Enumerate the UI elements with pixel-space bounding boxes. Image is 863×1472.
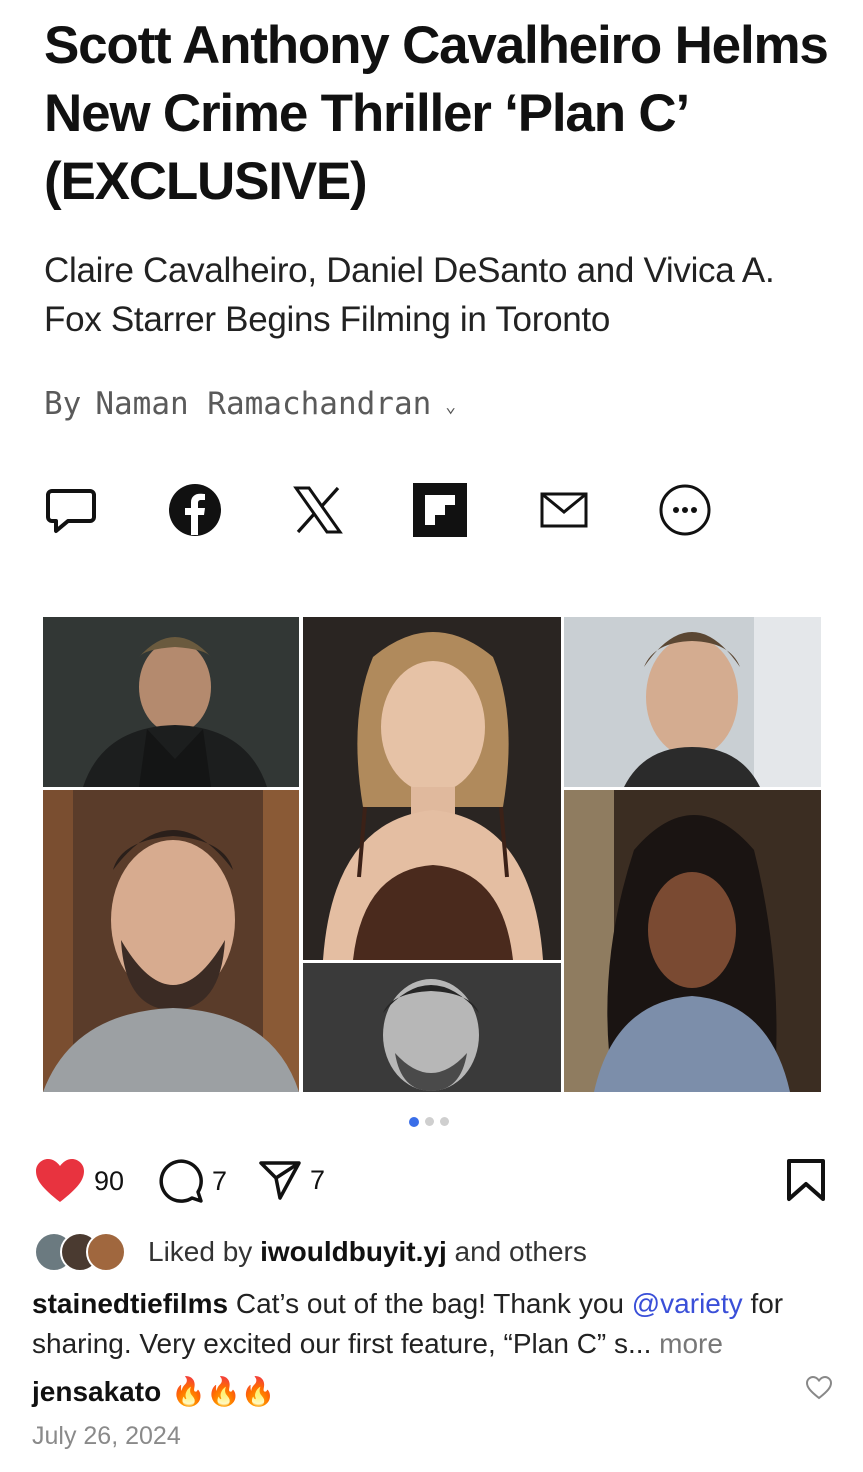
post-action-bar: 90 7 7 (34, 1158, 834, 1208)
photo-man-dark-jacket (43, 617, 299, 787)
photo-man-bw (303, 963, 561, 1092)
avatar[interactable] (86, 1232, 126, 1272)
caption-author[interactable]: stainedtiefilms (32, 1288, 228, 1319)
heart-outline-icon[interactable] (806, 1376, 832, 1400)
share-count: 7 (310, 1164, 326, 1195)
comment-user[interactable]: jensakato (32, 1372, 161, 1412)
author-name[interactable]: Naman Ramachandran (95, 386, 431, 422)
like-button[interactable]: 90 (34, 1158, 124, 1204)
byline[interactable]: By Naman Ramachandran ⌄ (44, 386, 456, 422)
photo-man-light-bg (564, 617, 821, 787)
carousel-dot (425, 1117, 434, 1126)
carousel-dot-active (409, 1116, 419, 1127)
caption-text: Cat’s out of the bag! Thank you (235, 1288, 624, 1319)
bookmark-icon[interactable] (786, 1158, 826, 1202)
heart-filled-icon[interactable] (34, 1158, 86, 1204)
caption-more-link[interactable]: more (659, 1328, 723, 1359)
comment-count: 7 (212, 1165, 228, 1196)
comment-button[interactable]: 7 (158, 1158, 227, 1204)
like-count: 90 (94, 1165, 125, 1196)
share-toolbar (42, 478, 722, 542)
more-icon[interactable] (656, 478, 714, 542)
facebook-icon[interactable] (166, 478, 224, 542)
email-icon[interactable] (536, 478, 592, 542)
send-icon[interactable] (258, 1158, 302, 1202)
liked-by-suffix: and others (454, 1236, 587, 1267)
flipboard-icon[interactable] (412, 478, 468, 542)
x-icon[interactable] (288, 478, 348, 542)
caption-mention[interactable]: @variety (632, 1288, 743, 1319)
liked-by[interactable]: Liked by iwouldbuyit.yj and others (34, 1232, 587, 1272)
carousel-dot (440, 1117, 449, 1126)
photo-collage[interactable] (43, 617, 821, 1092)
chevron-down-icon[interactable]: ⌄ (445, 396, 456, 417)
byline-prefix: By (44, 386, 82, 422)
liked-by-user[interactable]: iwouldbuyit.yj (260, 1236, 447, 1268)
post-date: July 26, 2024 (32, 1422, 181, 1450)
comment-text: 🔥🔥🔥 (171, 1376, 276, 1407)
comment-bubble-icon[interactable] (158, 1158, 204, 1204)
save-button[interactable] (786, 1158, 826, 1202)
comment-icon[interactable] (42, 478, 100, 542)
article-subheadline: Claire Cavalheiro, Daniel DeSanto and Vi… (44, 251, 775, 339)
article-headline: Scott Anthony Cavalheiro Helms New Crime… (44, 16, 829, 211)
photo-woman-blonde (303, 617, 561, 960)
share-button[interactable]: 7 (258, 1158, 325, 1202)
carousel-indicator (409, 1116, 449, 1127)
post-caption: stainedtiefilms Cat’s out of the bag! Th… (32, 1284, 832, 1364)
liked-by-prefix: Liked by (148, 1236, 253, 1267)
comment-row: jensakato 🔥🔥🔥 (32, 1372, 832, 1412)
liker-avatars[interactable] (34, 1232, 134, 1272)
photo-man-bearded (43, 790, 299, 1092)
photo-woman-dark-hair (564, 790, 821, 1092)
